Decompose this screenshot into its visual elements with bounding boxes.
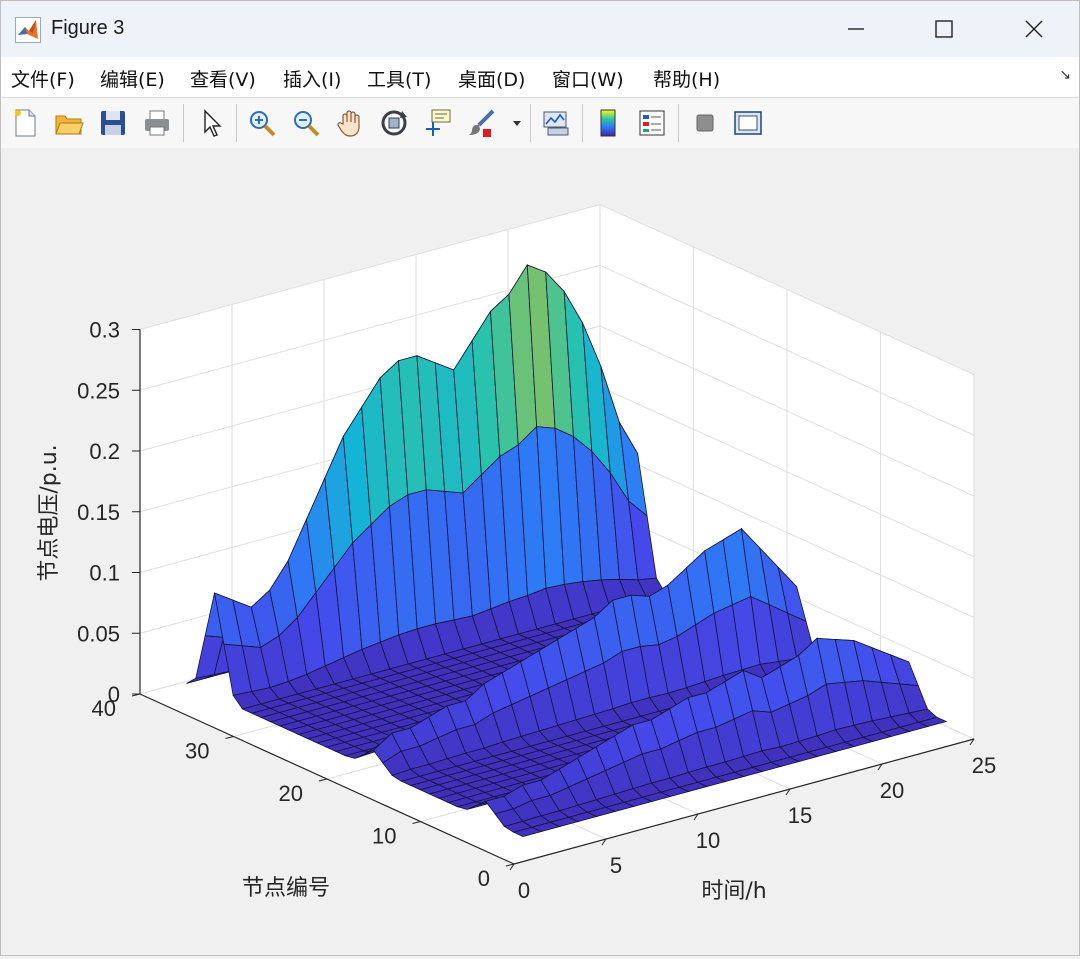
x-tick-label: 10 xyxy=(696,828,720,853)
zoom-in-icon[interactable] xyxy=(246,107,278,139)
minimize-icon xyxy=(848,28,864,30)
dock-arrow-icon[interactable]: ↘ xyxy=(1059,67,1071,83)
surface-plot[interactable]: 051015202501020304000.050.10.150.20.250.… xyxy=(1,148,1079,955)
toolbar-separator xyxy=(183,104,184,142)
z-tick-label: 0.25 xyxy=(77,378,120,403)
toolbar-separator xyxy=(582,104,583,142)
z-tick-label: 0.2 xyxy=(89,439,120,464)
maximize-icon xyxy=(935,20,953,38)
brush-icon[interactable] xyxy=(466,107,498,139)
y-tick-label: 20 xyxy=(279,781,303,806)
open-file-icon[interactable] xyxy=(53,107,85,139)
window-title: Figure 3 xyxy=(51,17,125,39)
y-axis-label: 节点编号 xyxy=(242,876,330,901)
menu-insert[interactable]: 插入(I) xyxy=(283,65,341,92)
pointer-icon[interactable] xyxy=(196,107,228,139)
toolbar-separator xyxy=(530,104,531,142)
menu-desktop[interactable]: 桌面(D) xyxy=(458,65,525,92)
z-axis-label: 节点电压/p.u. xyxy=(37,444,62,581)
y-tick-mark xyxy=(225,736,234,739)
z-tick-label: 0.1 xyxy=(89,561,120,586)
legend-icon[interactable] xyxy=(636,107,668,139)
menu-file[interactable]: 文件(F) xyxy=(11,65,75,92)
menu-help[interactable]: 帮助(H) xyxy=(653,65,720,92)
maximize-button[interactable] xyxy=(899,1,989,57)
zoom-out-icon[interactable] xyxy=(290,107,322,139)
x-tick-label: 20 xyxy=(880,778,904,803)
save-icon[interactable] xyxy=(97,107,129,139)
plot-area: 0 5 10 15 20 25 0 10 20 30 40 0 0.05 0.1 0.15 0.2 0.25 0.… xyxy=(1,148,1079,955)
toolbar xyxy=(1,97,1079,149)
y-tick-mark xyxy=(318,778,328,782)
y-tick-label: 30 xyxy=(185,739,209,764)
x-tick-label: 15 xyxy=(788,803,812,828)
show-plot-tools-icon[interactable] xyxy=(732,107,764,139)
x-tick-label: 5 xyxy=(610,853,622,878)
new-figure-icon[interactable] xyxy=(9,107,41,139)
menu-view[interactable]: 查看(V) xyxy=(190,65,256,92)
dropdown-arrow-icon[interactable] xyxy=(510,107,524,139)
matlab-logo-icon xyxy=(15,17,41,43)
title-bar: Figure 3 xyxy=(1,1,1079,57)
menu-window[interactable]: 窗口(W) xyxy=(552,65,624,92)
z-tick-label: 0.3 xyxy=(89,318,120,343)
x-axis-label: 时间/h xyxy=(701,879,766,904)
toolbar-separator xyxy=(236,104,237,142)
z-tick-label: 0.05 xyxy=(77,621,120,646)
close-button[interactable] xyxy=(989,1,1079,57)
hide-plot-tools-icon[interactable] xyxy=(689,107,721,139)
z-tick-label: 0 xyxy=(108,682,120,707)
colorbar-icon[interactable] xyxy=(592,107,624,139)
figure-window: Figure 3 文件(F) 编辑(E) 查看(V) 插入(I) 工具(T) 桌… xyxy=(0,0,1080,956)
link-plot-icon[interactable] xyxy=(540,107,572,139)
pan-hand-icon[interactable] xyxy=(334,107,366,139)
toolbar-separator xyxy=(678,104,679,142)
menu-tools[interactable]: 工具(T) xyxy=(367,65,431,92)
y-tick-mark xyxy=(412,821,421,824)
x-tick-label: 0 xyxy=(518,878,530,903)
print-icon[interactable] xyxy=(141,107,173,139)
y-tick-label: 0 xyxy=(478,866,490,891)
minimize-button[interactable] xyxy=(811,1,901,57)
data-cursor-icon[interactable] xyxy=(422,107,454,139)
close-icon xyxy=(1025,20,1043,38)
x-tick-label: 25 xyxy=(972,753,996,778)
menu-edit[interactable]: 编辑(E) xyxy=(100,65,165,92)
menu-bar: 文件(F) 编辑(E) 查看(V) 插入(I) 工具(T) 桌面(D) 窗口(W… xyxy=(1,57,1079,97)
z-tick-label: 0.15 xyxy=(77,500,120,525)
rotate-3d-icon[interactable] xyxy=(378,107,410,139)
y-tick-label: 10 xyxy=(372,824,396,849)
